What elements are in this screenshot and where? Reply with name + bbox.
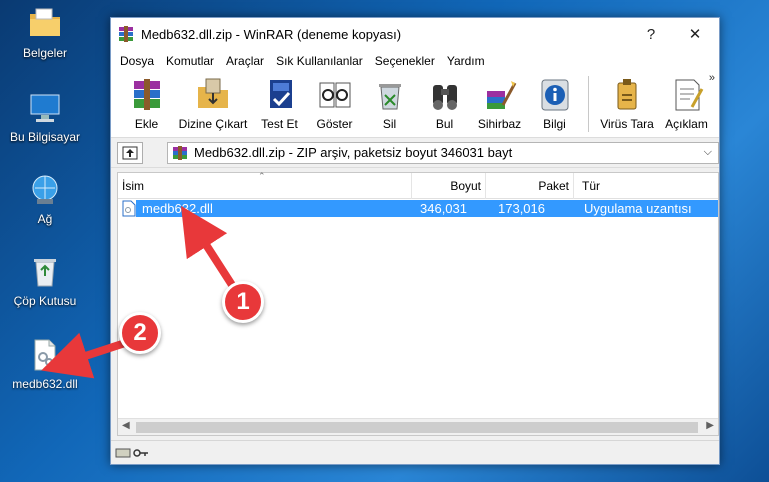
annotation-arrow-2 — [41, 332, 132, 379]
annotation-arrow-1 — [181, 205, 236, 289]
annotation-arrows — [41, 205, 236, 379]
annotation-badge-1: 1 — [222, 281, 264, 323]
annotation-badge-2: 2 — [119, 312, 161, 354]
